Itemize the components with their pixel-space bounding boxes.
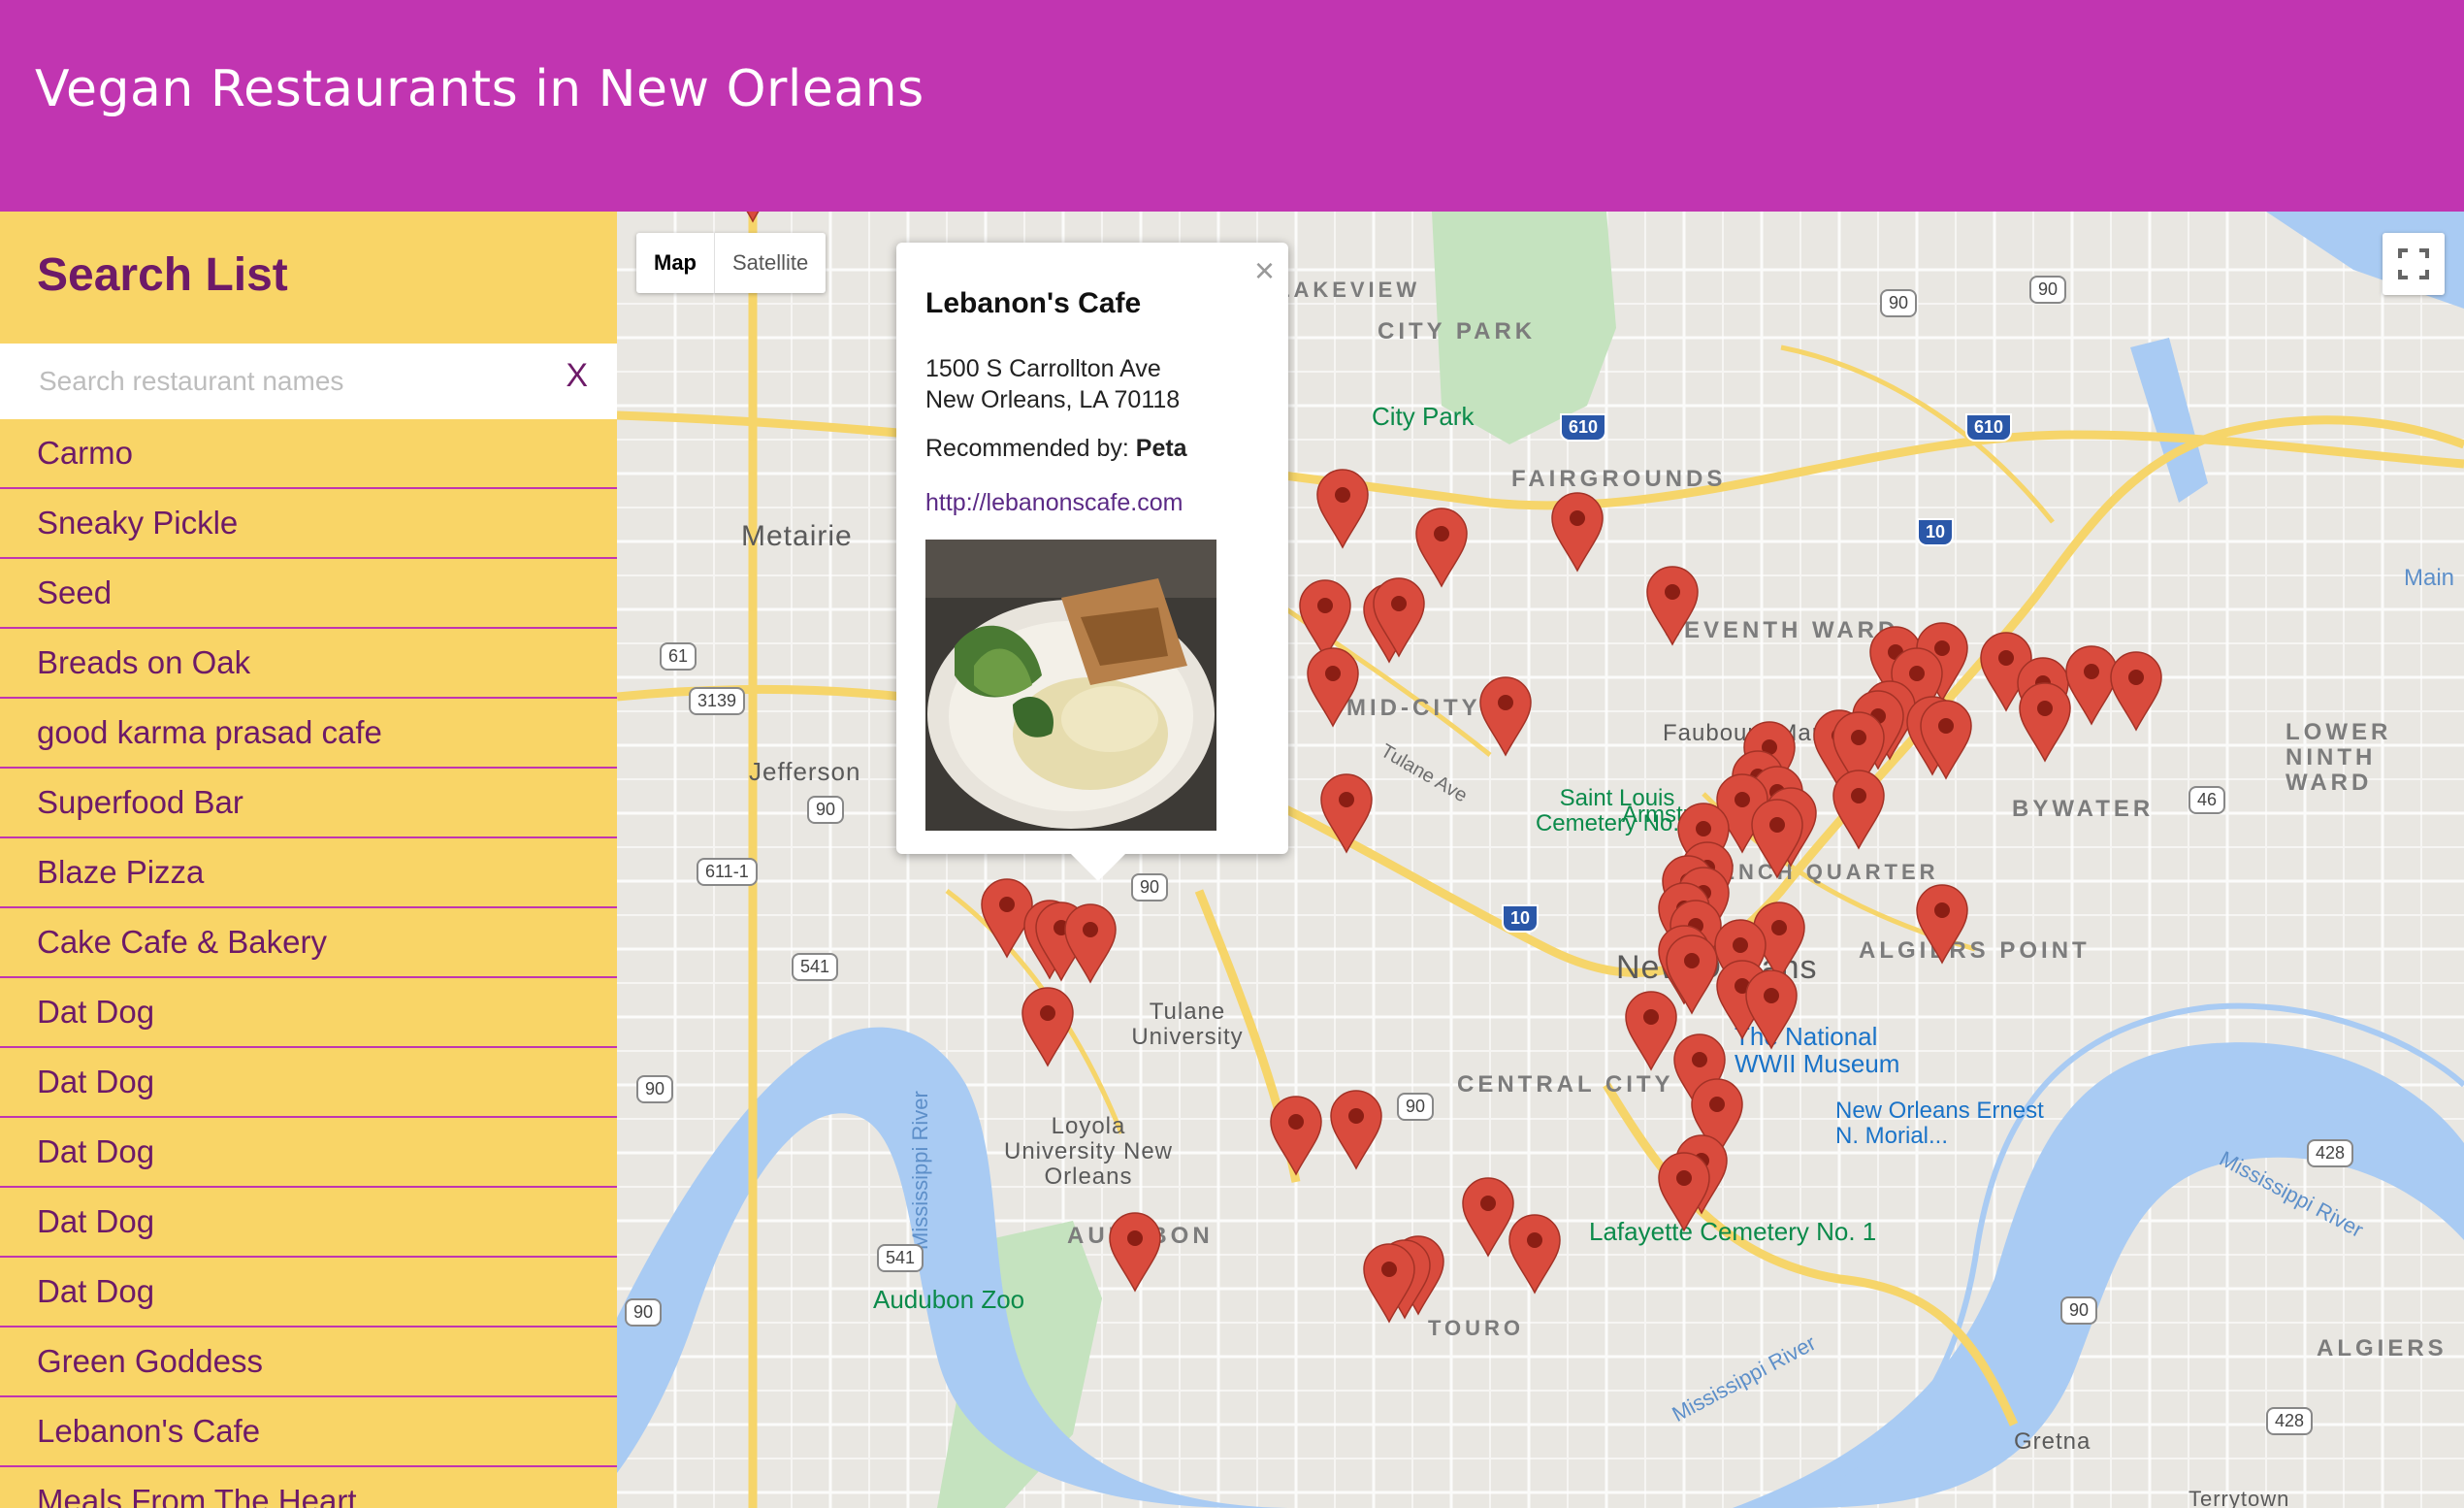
popup-recommended: Recommended by: Peta <box>925 435 1187 463</box>
route-shield: 46 <box>2188 786 2226 814</box>
route-shield: 90 <box>1880 289 1918 317</box>
interstate-shield: 10 <box>1502 904 1540 933</box>
map-label: TOURO <box>1428 1316 1525 1340</box>
list-item[interactable]: Green Goddess <box>0 1328 617 1397</box>
map-label: LAKEVIEW <box>1277 278 1421 302</box>
map-label: CITY PARK <box>1378 318 1537 344</box>
list-item[interactable]: Dat Dog <box>0 1118 617 1188</box>
route-shield: 428 <box>2266 1407 2314 1435</box>
route-shield: 90 <box>2060 1296 2098 1325</box>
search-input[interactable] <box>37 361 545 402</box>
route-shield: 90 <box>636 1075 674 1103</box>
map-label: Main <box>2404 565 2455 591</box>
route-shield: 611-1 <box>697 858 758 886</box>
map-label: LOWER NINTH WARD <box>2286 719 2392 796</box>
map-label: Faubourg Marigny <box>1663 720 1867 746</box>
interstate-shield: 610 <box>1560 413 1607 442</box>
address-line-1: 1500 S Carrollton Ave <box>925 355 1161 382</box>
route-shield: 541 <box>877 1244 924 1272</box>
list-item[interactable]: Breads on Oak <box>0 629 617 699</box>
map-label: ALGIERS <box>2317 1335 2448 1361</box>
list-item[interactable]: Superfood Bar <box>0 769 617 838</box>
map-label: Jefferson <box>749 757 861 786</box>
map-label: New Orleans Ernest N. Morial... <box>1835 1098 2044 1149</box>
map-label: BYWATER <box>2012 796 2155 822</box>
map-type-satellite-button[interactable]: Satellite <box>715 233 826 293</box>
list-item[interactable]: Dat Dog <box>0 1188 617 1258</box>
map-type-control: Map Satellite <box>636 233 827 293</box>
list-item[interactable]: good karma prasad cafe <box>0 699 617 769</box>
map[interactable]: Map Satellite Metairie Jefferson CITY PA… <box>617 212 2464 1508</box>
info-window: × Lebanon's Cafe 1500 S Carrollton Ave N… <box>896 243 1288 881</box>
list-item[interactable]: Lebanon's Cafe <box>0 1397 617 1467</box>
address-line-2: New Orleans, LA 70118 <box>925 386 1181 413</box>
list-item[interactable]: Dat Dog <box>0 1048 617 1118</box>
map-label: Terrytown <box>2188 1487 2290 1508</box>
list-item[interactable]: Dat Dog <box>0 1258 617 1328</box>
list-item[interactable]: Cake Cafe & Bakery <box>0 908 617 978</box>
interstate-shield: 610 <box>1965 413 2013 442</box>
map-label: MID-CITY <box>1346 695 1481 721</box>
map-label: Metairie <box>741 520 853 552</box>
close-icon[interactable]: × <box>1254 250 1275 291</box>
map-label: Loyola University New Orleans <box>1003 1113 1174 1190</box>
route-shield: 541 <box>792 953 839 981</box>
route-shield: 3139 <box>689 687 746 715</box>
list-item[interactable]: Sneaky Pickle <box>0 489 617 559</box>
map-label: New Orleans <box>1616 949 1818 986</box>
fullscreen-button[interactable] <box>2383 233 2445 295</box>
restaurant-list: Carmo Sneaky Pickle Seed Breads on Oak g… <box>0 419 617 1508</box>
route-shield: 90 <box>625 1298 663 1327</box>
page-title: Vegan Restaurants in New Orleans <box>35 60 924 118</box>
sidebar-title: Search List <box>37 249 288 301</box>
map-label: Armstrong <box>1622 802 1730 828</box>
popup-title: Lebanon's Cafe <box>925 287 1142 319</box>
route-shield: 90 <box>1131 873 1169 902</box>
recommended-label: Recommended by: <box>925 435 1136 462</box>
map-type-map-button[interactable]: Map <box>636 233 715 293</box>
map-label: CENTRAL CITY <box>1457 1071 1674 1098</box>
list-item[interactable]: Blaze Pizza <box>0 838 617 908</box>
search-bar: X <box>0 344 617 419</box>
list-item[interactable]: Carmo <box>0 419 617 489</box>
map-label: ALGIERS POINT <box>1859 937 2091 964</box>
map-label: FRENCH QUARTER <box>1684 860 1939 884</box>
restaurant-photo <box>925 540 1216 831</box>
map-label: Tulane University <box>1131 999 1244 1050</box>
route-shield: 61 <box>660 642 697 671</box>
map-label: SEVENTH WARD <box>1665 617 1899 643</box>
list-item[interactable]: Seed <box>0 559 617 629</box>
map-label: Gretna <box>2014 1428 2091 1455</box>
interstate-shield: 10 <box>1917 518 1955 546</box>
route-shield: 428 <box>2307 1139 2354 1167</box>
map-label: City Park <box>1372 402 1475 431</box>
map-label: The National WWII Museum <box>1735 1022 1900 1078</box>
popup-address: 1500 S Carrollton Ave New Orleans, LA 70… <box>925 353 1180 415</box>
route-shield: 90 <box>807 796 845 824</box>
fullscreen-icon <box>2398 248 2429 279</box>
clear-search-button[interactable]: X <box>566 357 588 395</box>
list-item[interactable]: Dat Dog <box>0 978 617 1048</box>
map-label: Lafayette Cemetery No. 1 <box>1589 1217 1877 1246</box>
sidebar: Search List X Carmo Sneaky Pickle Seed B… <box>0 212 617 1508</box>
popup-website-link[interactable]: http://lebanonscafe.com <box>925 489 1183 517</box>
list-item[interactable]: Meals From The Heart <box>0 1467 617 1508</box>
recommended-by: Peta <box>1135 435 1187 462</box>
route-shield: 90 <box>2029 276 2067 304</box>
map-label: FAIRGROUNDS <box>1511 466 1727 492</box>
map-label: Mississippi River <box>908 1091 932 1250</box>
map-label: Audubon Zoo <box>873 1285 1025 1314</box>
route-shield: 90 <box>1397 1093 1435 1121</box>
app-header: Vegan Restaurants in New Orleans <box>0 0 2464 212</box>
map-label: AUDUBON <box>1067 1223 1214 1249</box>
